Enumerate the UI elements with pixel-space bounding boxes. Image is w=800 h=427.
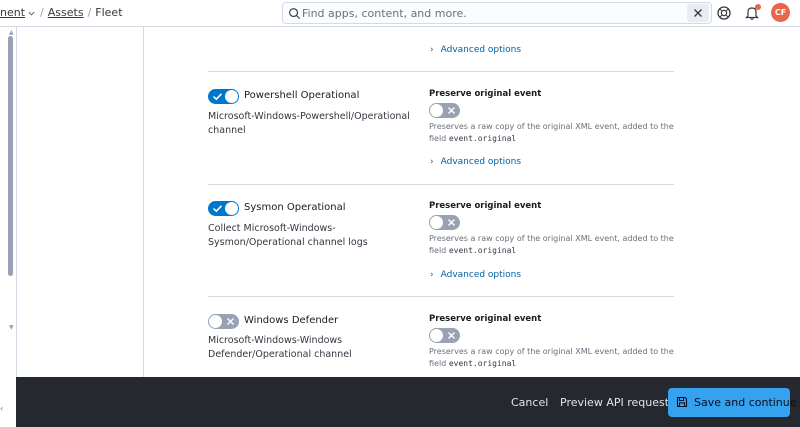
preserve-original-event-toggle[interactable] [429, 328, 460, 343]
preserve-original-event-label: Preserve original event [429, 314, 542, 324]
clear-search-button[interactable] [687, 4, 709, 22]
toggle-knob [430, 329, 443, 342]
section-divider [208, 184, 674, 185]
search-icon [289, 8, 301, 20]
chevron-down-icon[interactable] [27, 9, 36, 18]
save-and-continue-button[interactable]: Save and continue [668, 388, 797, 417]
notification-badge [755, 4, 761, 10]
cross-icon [448, 219, 455, 226]
section-divider [208, 296, 674, 297]
field-name-code: event.original [448, 134, 517, 143]
user-avatar[interactable]: CF [771, 3, 790, 22]
stream-title: Powershell Operational [244, 90, 360, 101]
preserve-original-event-label: Preserve original event [429, 201, 542, 211]
advanced-options-toggle[interactable]: › Advanced options [430, 45, 521, 55]
save-icon [676, 396, 688, 408]
powershell-operational-toggle[interactable] [208, 89, 239, 104]
cross-icon [227, 318, 234, 325]
preserve-original-event-label: Preserve original event [429, 89, 542, 99]
breadcrumb: nent / Assets / Fleet [0, 6, 123, 19]
panel-divider [143, 27, 144, 377]
stream-description: Microsoft-Windows-Powershell/Operational… [208, 111, 410, 136]
close-icon [694, 9, 702, 17]
chevron-right-icon: › [430, 157, 434, 167]
stream-title: Sysmon Operational [244, 202, 346, 213]
sysmon-operational-toggle[interactable] [208, 201, 239, 216]
preview-api-request-button[interactable]: Preview API request [560, 396, 669, 409]
stream-description: Microsoft-Windows-Windows Defender/Opera… [208, 335, 352, 360]
cross-icon [448, 332, 455, 339]
cancel-button[interactable]: Cancel [511, 396, 548, 409]
collapse-nav-icon[interactable]: ‹ [0, 404, 3, 413]
cross-icon [448, 107, 455, 114]
toggle-knob [209, 315, 222, 328]
chevron-right-icon: › [430, 270, 434, 280]
help-icon[interactable] [716, 5, 732, 21]
advanced-options-toggle[interactable]: › Advanced options [430, 270, 521, 280]
field-name-code: event.original [448, 359, 517, 368]
nav-divider [16, 27, 17, 377]
chevron-right-icon: › [430, 45, 434, 55]
toggle-knob [225, 90, 238, 103]
preserve-original-event-toggle[interactable] [429, 215, 460, 230]
breadcrumb-separator: / [87, 6, 92, 19]
nav-scrollbar[interactable] [8, 36, 13, 276]
preserve-help-text: Preserves a raw copy of the original XML… [429, 234, 674, 255]
search-input[interactable]: Find apps, content, and more. [302, 7, 467, 20]
breadcrumb-separator: / [40, 6, 44, 19]
breadcrumb-assets[interactable]: Assets [48, 6, 84, 19]
preserve-help-text: Preserves a raw copy of the original XML… [429, 122, 674, 143]
toggle-knob [430, 104, 443, 117]
advanced-options-toggle[interactable]: › Advanced options [430, 157, 521, 167]
stream-description: Collect Microsoft-Windows-Sysmon/Operati… [208, 223, 368, 248]
toggle-knob [430, 216, 443, 229]
scroll-down-arrow[interactable]: ▼ [9, 324, 14, 331]
check-icon [212, 205, 223, 213]
breadcrumb-fleet: Fleet [95, 6, 123, 19]
field-name-code: event.original [448, 246, 517, 255]
windows-defender-toggle[interactable] [208, 314, 239, 329]
global-search[interactable]: Find apps, content, and more. [282, 2, 712, 24]
stream-title: Windows Defender [244, 315, 339, 326]
scroll-up-arrow[interactable]: ▲ [9, 29, 14, 36]
check-icon [212, 93, 223, 101]
preserve-help-text: Preserves a raw copy of the original XML… [429, 347, 674, 368]
preserve-original-event-toggle[interactable] [429, 103, 460, 118]
section-divider [208, 71, 674, 72]
top-header: nent / Assets / Fleet Find apps, content, an… [0, 0, 800, 27]
toggle-knob [225, 202, 238, 215]
breadcrumb-management[interactable]: nent [0, 6, 25, 19]
